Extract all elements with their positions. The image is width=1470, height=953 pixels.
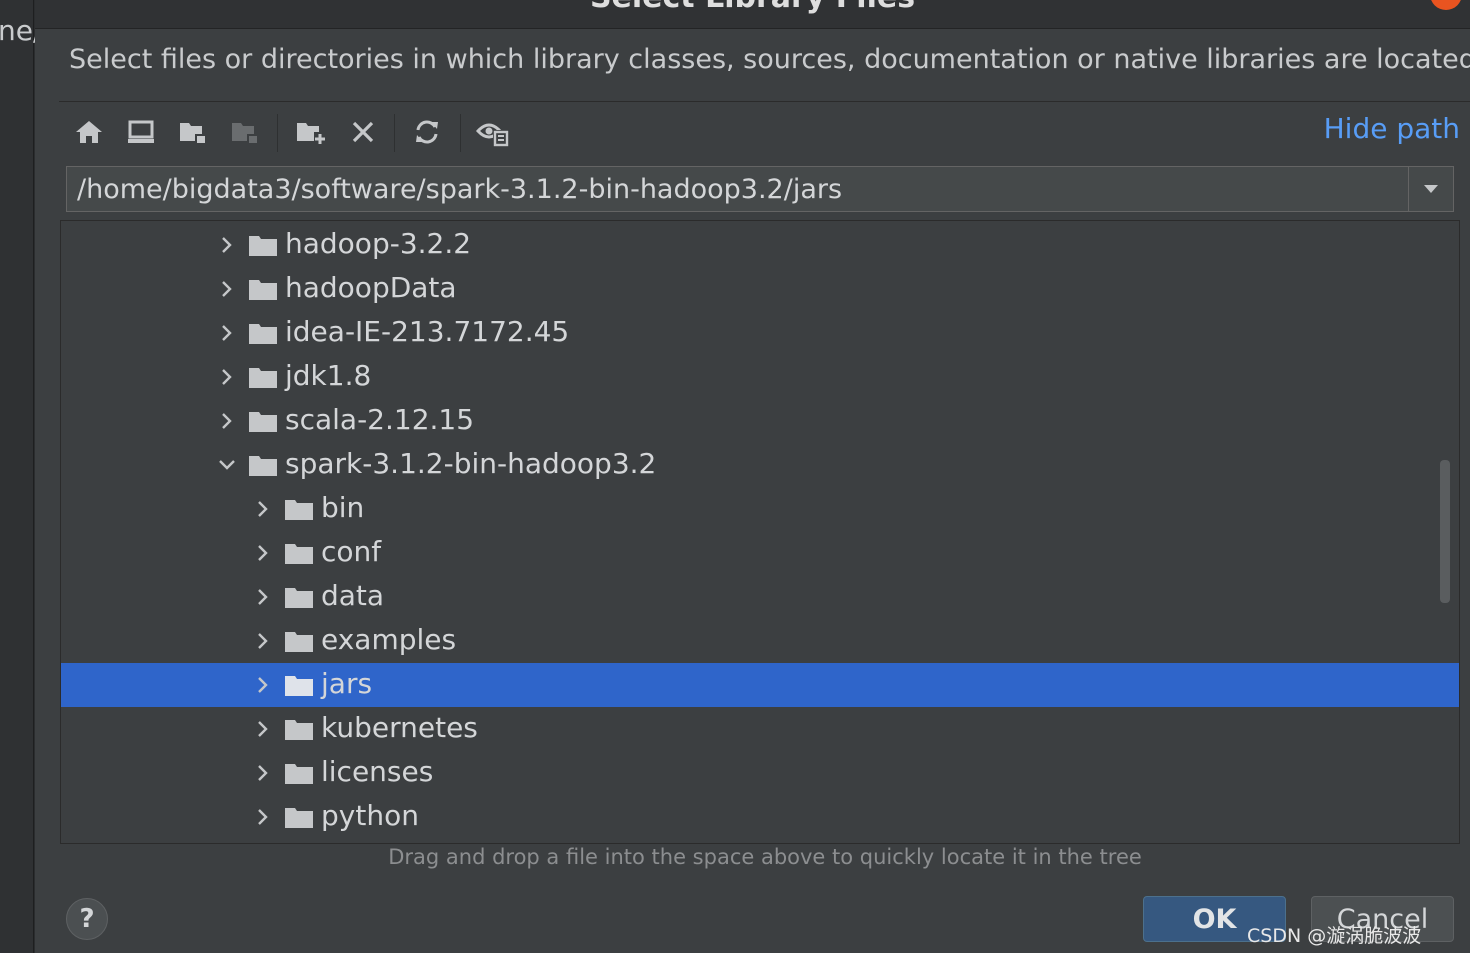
tree-row-label: hadoopData (285, 271, 457, 304)
tree-row[interactable]: data (61, 575, 1459, 619)
tree-row-label: licenses (321, 755, 434, 788)
folder-icon (249, 412, 277, 432)
chevron-down-icon[interactable] (216, 454, 238, 476)
project-directory-button[interactable] (175, 110, 211, 154)
tree-row[interactable]: python (61, 795, 1459, 839)
tree-row[interactable]: hadoop-3.2.2 (61, 223, 1459, 267)
path-input[interactable] (67, 167, 1411, 211)
tree-scrollbar[interactable] (1440, 460, 1450, 603)
refresh-button[interactable] (409, 110, 445, 154)
select-library-files-dialog: Select Library Files Select files or dir… (35, 0, 1470, 953)
tree-row[interactable]: spark-3.1.2-bin-hadoop3.2 (61, 443, 1459, 487)
tree-row[interactable]: jdk1.8 (61, 355, 1459, 399)
hide-path-link[interactable]: Hide path (1324, 112, 1460, 145)
tree-row[interactable]: licenses (61, 751, 1459, 795)
refresh-icon (416, 120, 438, 144)
chevron-right-icon[interactable] (252, 542, 274, 564)
tree-row-label: bin (321, 491, 365, 524)
tree-row-label: data (321, 579, 385, 612)
delete-icon (352, 121, 374, 143)
module-folder-icon (232, 123, 258, 144)
home-directory-button[interactable] (71, 110, 107, 154)
project-folder-icon (180, 123, 206, 144)
tree-row-label: scala-2.12.15 (285, 403, 475, 436)
folder-icon (285, 588, 313, 608)
folder-icon (249, 280, 277, 300)
chevron-right-icon[interactable] (216, 278, 238, 300)
chevron-right-icon[interactable] (252, 498, 274, 520)
folder-icon (285, 544, 313, 564)
tree-row-label: jars (321, 667, 373, 700)
desktop-directory-button[interactable] (123, 110, 159, 154)
path-combobox (66, 166, 1454, 212)
tree-row-label: spark-3.1.2-bin-hadoop3.2 (285, 447, 657, 480)
dialog-description: Select files or directories in which lib… (69, 44, 1470, 75)
toolbar-separator (394, 114, 395, 152)
drag-drop-hint: Drag and drop a file into the space abov… (388, 845, 1142, 869)
toolbar-separator (277, 114, 278, 152)
tree-row[interactable]: jars (61, 663, 1459, 707)
path-history-dropdown[interactable] (1408, 167, 1453, 211)
chevron-right-icon[interactable] (252, 762, 274, 784)
chevron-right-icon[interactable] (216, 410, 238, 432)
folder-icon (285, 808, 313, 828)
folder-icon (285, 764, 313, 784)
chevron-right-icon[interactable] (252, 674, 274, 696)
chevron-right-icon[interactable] (252, 718, 274, 740)
new-folder-button[interactable] (293, 110, 329, 154)
folder-icon (285, 676, 313, 696)
tree-row[interactable]: bin (61, 487, 1459, 531)
chevron-right-icon[interactable] (216, 234, 238, 256)
tree-row-label: examples (321, 623, 457, 656)
home-icon (76, 121, 102, 143)
tree-row-label: idea-IE-213.7172.45 (285, 315, 570, 348)
help-button[interactable]: ? (66, 898, 108, 940)
tree-row-label: jdk1.8 (285, 359, 372, 392)
show-hidden-files-button[interactable] (475, 110, 511, 154)
folder-icon (249, 236, 277, 256)
tree-row[interactable]: hadoopData (61, 267, 1459, 311)
folder-icon (249, 456, 277, 476)
dialog-title: Select Library Files (35, 0, 1470, 15)
tree-row[interactable]: kubernetes (61, 707, 1459, 751)
divider (59, 101, 1470, 102)
folder-icon (285, 632, 313, 652)
tree-row[interactable]: conf (61, 531, 1459, 575)
module-directory-button[interactable] (227, 110, 263, 154)
chevron-right-icon[interactable] (252, 630, 274, 652)
folder-icon (285, 720, 313, 740)
watermark: CSDN @漩涡脆波波 (1247, 925, 1422, 947)
delete-button[interactable] (345, 110, 381, 154)
chevron-right-icon[interactable] (216, 322, 238, 344)
chevron-down-icon (1424, 185, 1438, 193)
folder-icon (249, 324, 277, 344)
tree-row-label: conf (321, 535, 382, 568)
tree-row-label: hadoop-3.2.2 (285, 227, 472, 260)
folder-icon (249, 368, 277, 388)
chevron-right-icon[interactable] (252, 806, 274, 828)
tree-row[interactable]: examples (61, 619, 1459, 663)
new-folder-icon (297, 123, 326, 145)
tree-row-label: python (321, 799, 419, 832)
folder-icon (285, 500, 313, 520)
file-tree[interactable]: hadoop-3.2.2 hadoopData idea-IE-213.7172.4… (60, 220, 1460, 844)
toolbar-separator (460, 114, 461, 152)
tree-row[interactable]: idea-IE-213.7172.45 (61, 311, 1459, 355)
chevron-right-icon[interactable] (252, 586, 274, 608)
tree-row[interactable]: scala-2.12.15 (61, 399, 1459, 443)
tree-row-label: kubernetes (321, 711, 478, 744)
chevron-right-icon[interactable] (216, 366, 238, 388)
dialog-titlebar: Select Library Files (35, 0, 1470, 29)
show-hidden-icon (476, 123, 509, 147)
desktop-icon (128, 120, 154, 143)
background-window: ne/ (0, 0, 42, 953)
